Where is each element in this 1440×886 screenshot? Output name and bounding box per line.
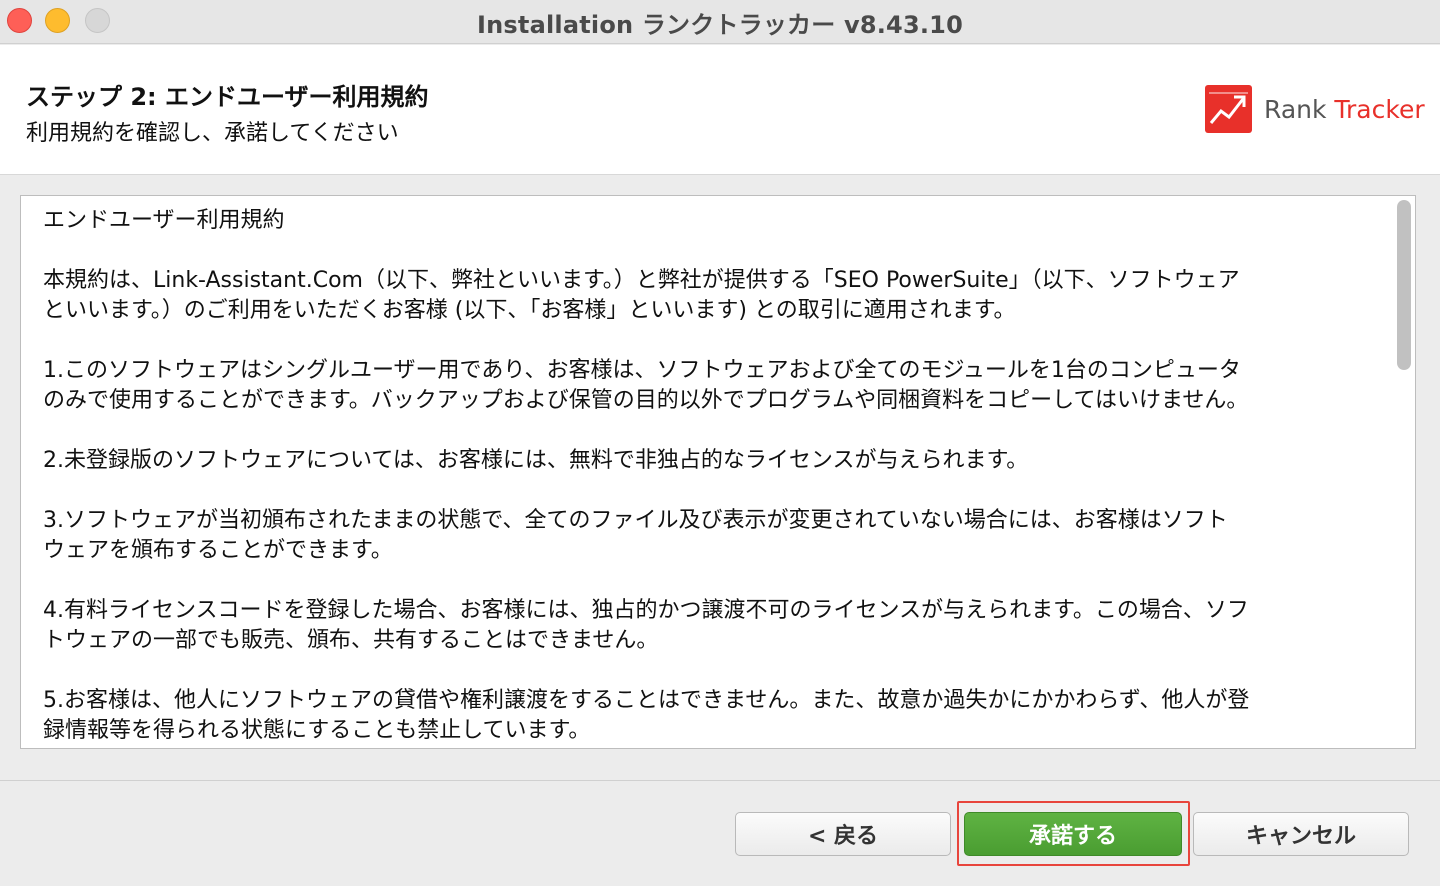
- scrollbar-thumb[interactable]: [1397, 200, 1411, 370]
- window-titlebar: Installation ランクトラッカー v8.43.10: [0, 0, 1440, 44]
- step-subtitle: 利用規約を確認し、承諾してください: [26, 121, 399, 146]
- brand-rank-text: Rank: [1264, 94, 1327, 124]
- cancel-button[interactable]: キャンセル: [1193, 812, 1409, 856]
- license-content: エンドユーザー利用規約 本規約は、Link-Assistant.Com（以下、弊…: [43, 206, 1373, 748]
- footer-divider: [0, 780, 1440, 781]
- back-button[interactable]: < 戻る: [735, 812, 951, 856]
- license-paragraph: 2.未登録版のソフトウェアについては、お客様には、無料で非独占的なライセンスが与…: [43, 448, 1029, 473]
- license-paragraph: 5.お客様は、他人にソフトウェアの貸借や権利譲渡をすることはできません。また、故…: [43, 688, 1250, 743]
- license-text-area[interactable]: エンドユーザー利用規約 本規約は、Link-Assistant.Com（以下、弊…: [20, 195, 1416, 749]
- accept-button[interactable]: 承諾する: [964, 812, 1182, 856]
- installer-header: ステップ 2: エンドユーザー利用規約 利用規約を確認し、承諾してください Ra…: [0, 45, 1440, 175]
- license-paragraph: エンドユーザー利用規約: [43, 208, 285, 233]
- license-paragraph: 1.このソフトウェアはシングルユーザー用であり、お客様は、ソフトウェアおよび全て…: [43, 358, 1249, 413]
- brand-name: Rank Tracker: [1264, 95, 1425, 124]
- license-paragraph: 3.ソフトウェアが当初頒布されたままの状態で、全てのファイル及び表示が変更されて…: [43, 508, 1228, 563]
- step-title: ステップ 2: エンドユーザー利用規約: [26, 83, 429, 111]
- vertical-scrollbar[interactable]: [1397, 200, 1411, 744]
- rank-tracker-logo-icon: [1205, 85, 1252, 133]
- window-title: Installation ランクトラッカー v8.43.10: [477, 11, 963, 39]
- brand: Rank Tracker: [1205, 85, 1425, 133]
- license-paragraph: 4.有料ライセンスコードを登録した場合、お客様には、独占的かつ譲渡不可のライセン…: [43, 598, 1249, 653]
- brand-tracker-text: Tracker: [1334, 94, 1425, 124]
- license-paragraph: 本規約は、Link-Assistant.Com（以下、弊社といいます。）と弊社が…: [43, 268, 1240, 323]
